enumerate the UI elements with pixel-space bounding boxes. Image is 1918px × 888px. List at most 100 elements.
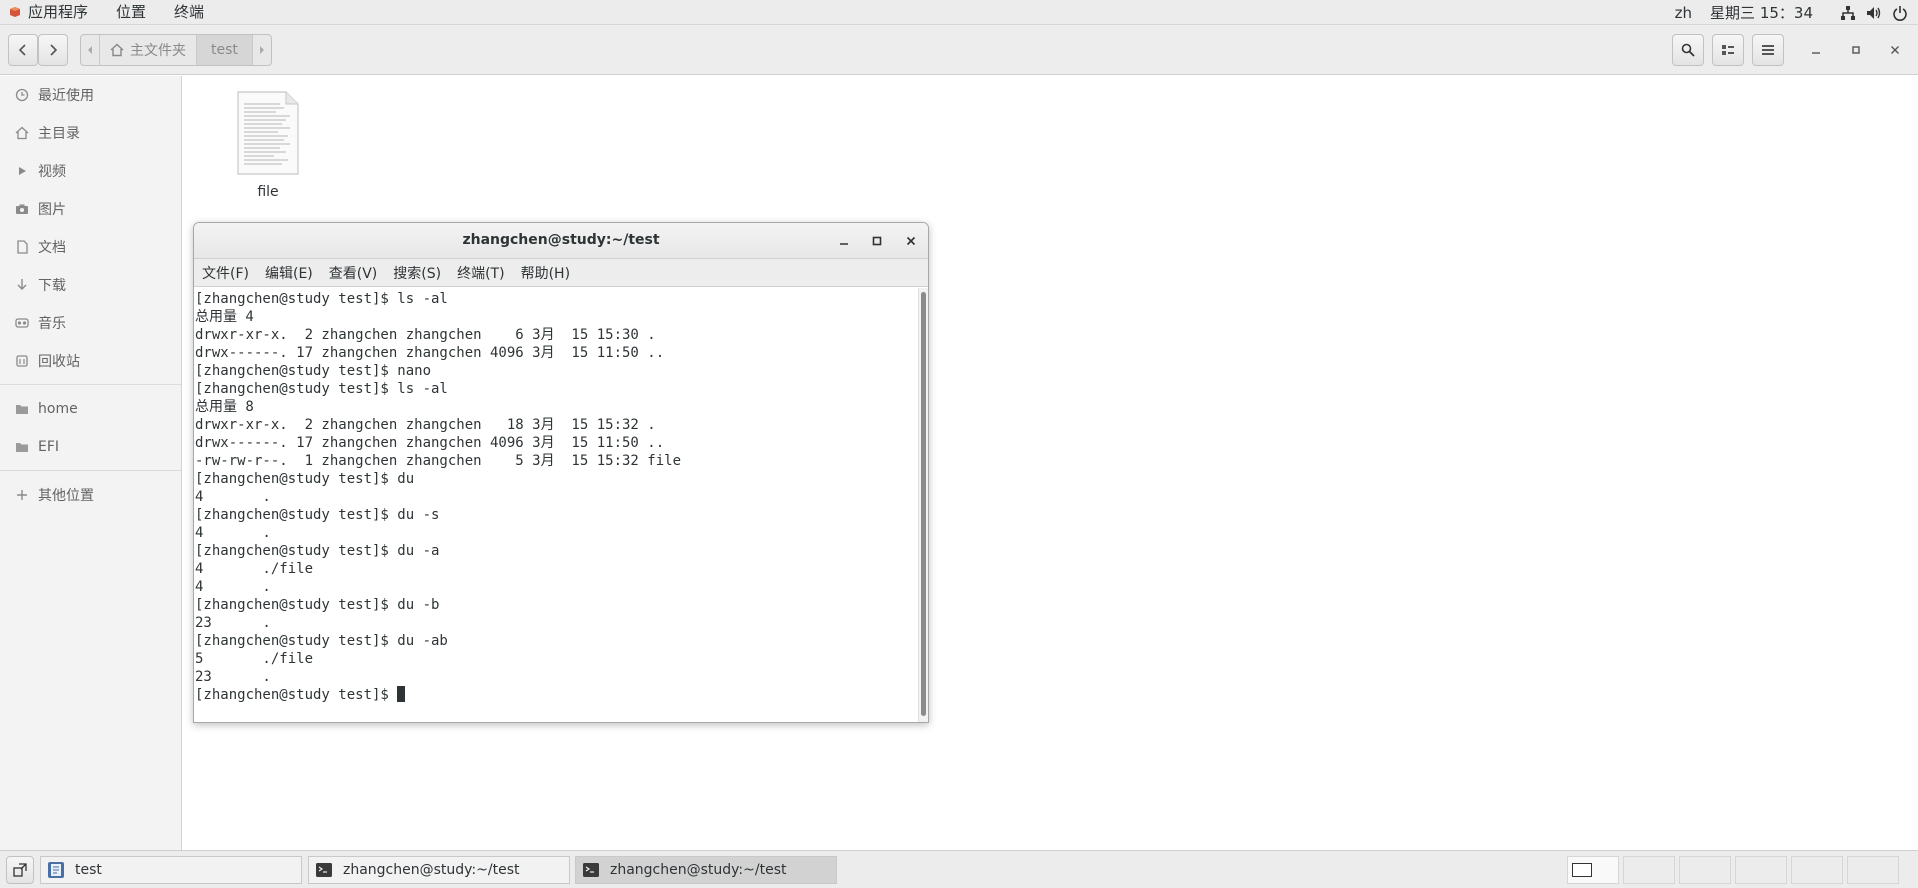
search-icon [1681, 43, 1695, 57]
terminal-icon [583, 863, 599, 877]
workspace-4[interactable] [1735, 856, 1787, 884]
trash-icon [14, 353, 30, 369]
sidebar-item-recent[interactable]: 最近使用 [0, 77, 181, 113]
terminal-menu[interactable]: 终端 [160, 0, 218, 25]
places-menu[interactable]: 位置 [102, 0, 160, 25]
maximize-button[interactable] [1848, 42, 1864, 58]
terminal-line: [zhangchen@study test]$ ls -al [195, 291, 448, 307]
clock-icon [14, 87, 30, 103]
workspace-6[interactable] [1847, 856, 1899, 884]
terminal-line: drwx------. 17 zhangchen zhangchen 4096 … [195, 345, 665, 361]
show-desktop-button[interactable] [6, 856, 34, 884]
path-home-label: 主文件夹 [130, 43, 186, 59]
terminal-line: [zhangchen@study test]$ du -ab [195, 633, 448, 649]
terminal-line: drwxr-xr-x. 2 zhangchen zhangchen 18 3月 … [195, 417, 656, 433]
terminal-line: 23 . [195, 669, 271, 685]
sidebar-item-pictures[interactable]: 图片 [0, 191, 181, 227]
terminal-maximize-button[interactable] [869, 233, 885, 249]
minimize-button[interactable] [1808, 42, 1824, 58]
task-terminal[interactable]: zhangchen@study:~/test [308, 856, 570, 884]
sidebar-item-label: 最近使用 [38, 88, 94, 104]
terminal-line: [zhangchen@study test]$ du -s [195, 507, 440, 523]
volume-icon[interactable] [1866, 5, 1882, 21]
camera-icon [14, 201, 30, 217]
document-icon [14, 239, 30, 255]
sidebar-item-label: 主目录 [38, 126, 80, 142]
close-button[interactable] [1887, 42, 1903, 58]
sidebar-item-videos[interactable]: 视频 [0, 153, 181, 189]
system-tray: zh 星期三 15：34 [1675, 0, 1918, 25]
terminal-close-button[interactable] [903, 233, 919, 249]
sidebar-item-label: 视频 [38, 164, 66, 180]
terminal-menu-view[interactable]: 查看(V) [321, 263, 386, 283]
plus-icon [14, 487, 30, 503]
path-current-label: test [211, 42, 238, 58]
terminal-menu-terminal[interactable]: 终端(T) [449, 263, 512, 283]
terminal-line: [zhangchen@study test]$ du -b [195, 597, 440, 613]
chevron-right-icon [50, 44, 58, 56]
sidebar: 最近使用 主目录 视频 图片 文档 下载 音乐 回收站 home EFI 其他位 [0, 76, 182, 850]
task-terminal-active[interactable]: zhangchen@study:~/test [575, 856, 837, 884]
home-icon [14, 125, 30, 141]
back-button[interactable] [8, 34, 38, 66]
terminal-menu-search[interactable]: 搜索(S) [385, 263, 449, 283]
hamburger-menu-icon [1762, 45, 1774, 55]
terminal-output[interactable]: [zhangchen@study test]$ ls -al 总用量 4 drw… [194, 288, 918, 722]
workspace-3[interactable] [1679, 856, 1731, 884]
taskbar: test zhangchen@study:~/test zhangchen@st… [0, 850, 1918, 888]
workspace-2[interactable] [1623, 856, 1675, 884]
top-bar: 应用程序 位置 终端 zh 星期三 15：34 [0, 0, 1918, 25]
terminal-line: [zhangchen@study test]$ nano [195, 363, 432, 379]
terminal-menu-help[interactable]: 帮助(H) [513, 263, 578, 283]
file-name-label: file [257, 184, 279, 200]
sidebar-item-music[interactable]: 音乐 [0, 305, 181, 341]
terminal-scrollbar-thumb[interactable] [921, 292, 926, 716]
path-scroll-right[interactable] [253, 35, 271, 65]
sidebar-item-trash[interactable]: 回收站 [0, 343, 181, 379]
sidebar-item-home-drive[interactable]: home [0, 391, 181, 427]
sidebar-item-documents[interactable]: 文档 [0, 229, 181, 265]
task-label: test [75, 862, 102, 878]
terminal-icon [316, 863, 332, 877]
sidebar-item-other-locations[interactable]: 其他位置 [0, 477, 181, 513]
sidebar-item-efi[interactable]: EFI [0, 429, 181, 465]
drive-icon [14, 401, 30, 417]
sidebar-separator [0, 384, 181, 385]
terminal-titlebar[interactable]: zhangchen@study:~/test [194, 223, 928, 259]
search-button[interactable] [1672, 34, 1704, 66]
path-current-segment[interactable]: test [197, 35, 253, 65]
path-home-segment[interactable]: 主文件夹 [100, 35, 197, 65]
power-icon[interactable] [1892, 5, 1908, 21]
sidebar-item-label: 其他位置 [38, 488, 94, 504]
task-files[interactable]: test [40, 856, 302, 884]
minimize-icon [1812, 52, 1820, 54]
workspace-1[interactable] [1567, 856, 1619, 884]
terminal-line: [zhangchen@study test]$ du [195, 471, 415, 487]
drive-icon [14, 439, 30, 455]
input-language[interactable]: zh [1675, 4, 1692, 22]
terminal-menu-edit[interactable]: 编辑(E) [257, 263, 321, 283]
clock[interactable]: 星期三 15：34 [1710, 2, 1813, 23]
sidebar-item-downloads[interactable]: 下载 [0, 267, 181, 303]
workspace-window-preview [1572, 863, 1592, 877]
terminal-minimize-button[interactable] [836, 233, 852, 249]
network-icon[interactable] [1840, 5, 1856, 21]
path-scroll-left[interactable] [81, 35, 100, 65]
applications-icon[interactable] [8, 5, 22, 19]
menu-button[interactable] [1752, 34, 1784, 66]
terminal-line: 总用量 4 [195, 309, 254, 325]
terminal-line: [zhangchen@study test]$ ls -al [195, 381, 448, 397]
file-item[interactable] [232, 90, 304, 180]
terminal-scrollbar[interactable] [918, 288, 928, 722]
view-mode-button[interactable] [1712, 34, 1744, 66]
terminal-menu-file[interactable]: 文件(F) [194, 263, 257, 283]
forward-button[interactable] [38, 34, 68, 66]
terminal-line: 4 . [195, 525, 271, 541]
applications-menu[interactable]: 应用程序 [14, 0, 102, 25]
terminal-line: 4 . [195, 489, 271, 505]
list-view-icon [1722, 45, 1734, 55]
sidebar-item-home[interactable]: 主目录 [0, 115, 181, 151]
download-icon [14, 277, 30, 293]
terminal-line: 4 ./file [195, 561, 314, 577]
workspace-5[interactable] [1791, 856, 1843, 884]
